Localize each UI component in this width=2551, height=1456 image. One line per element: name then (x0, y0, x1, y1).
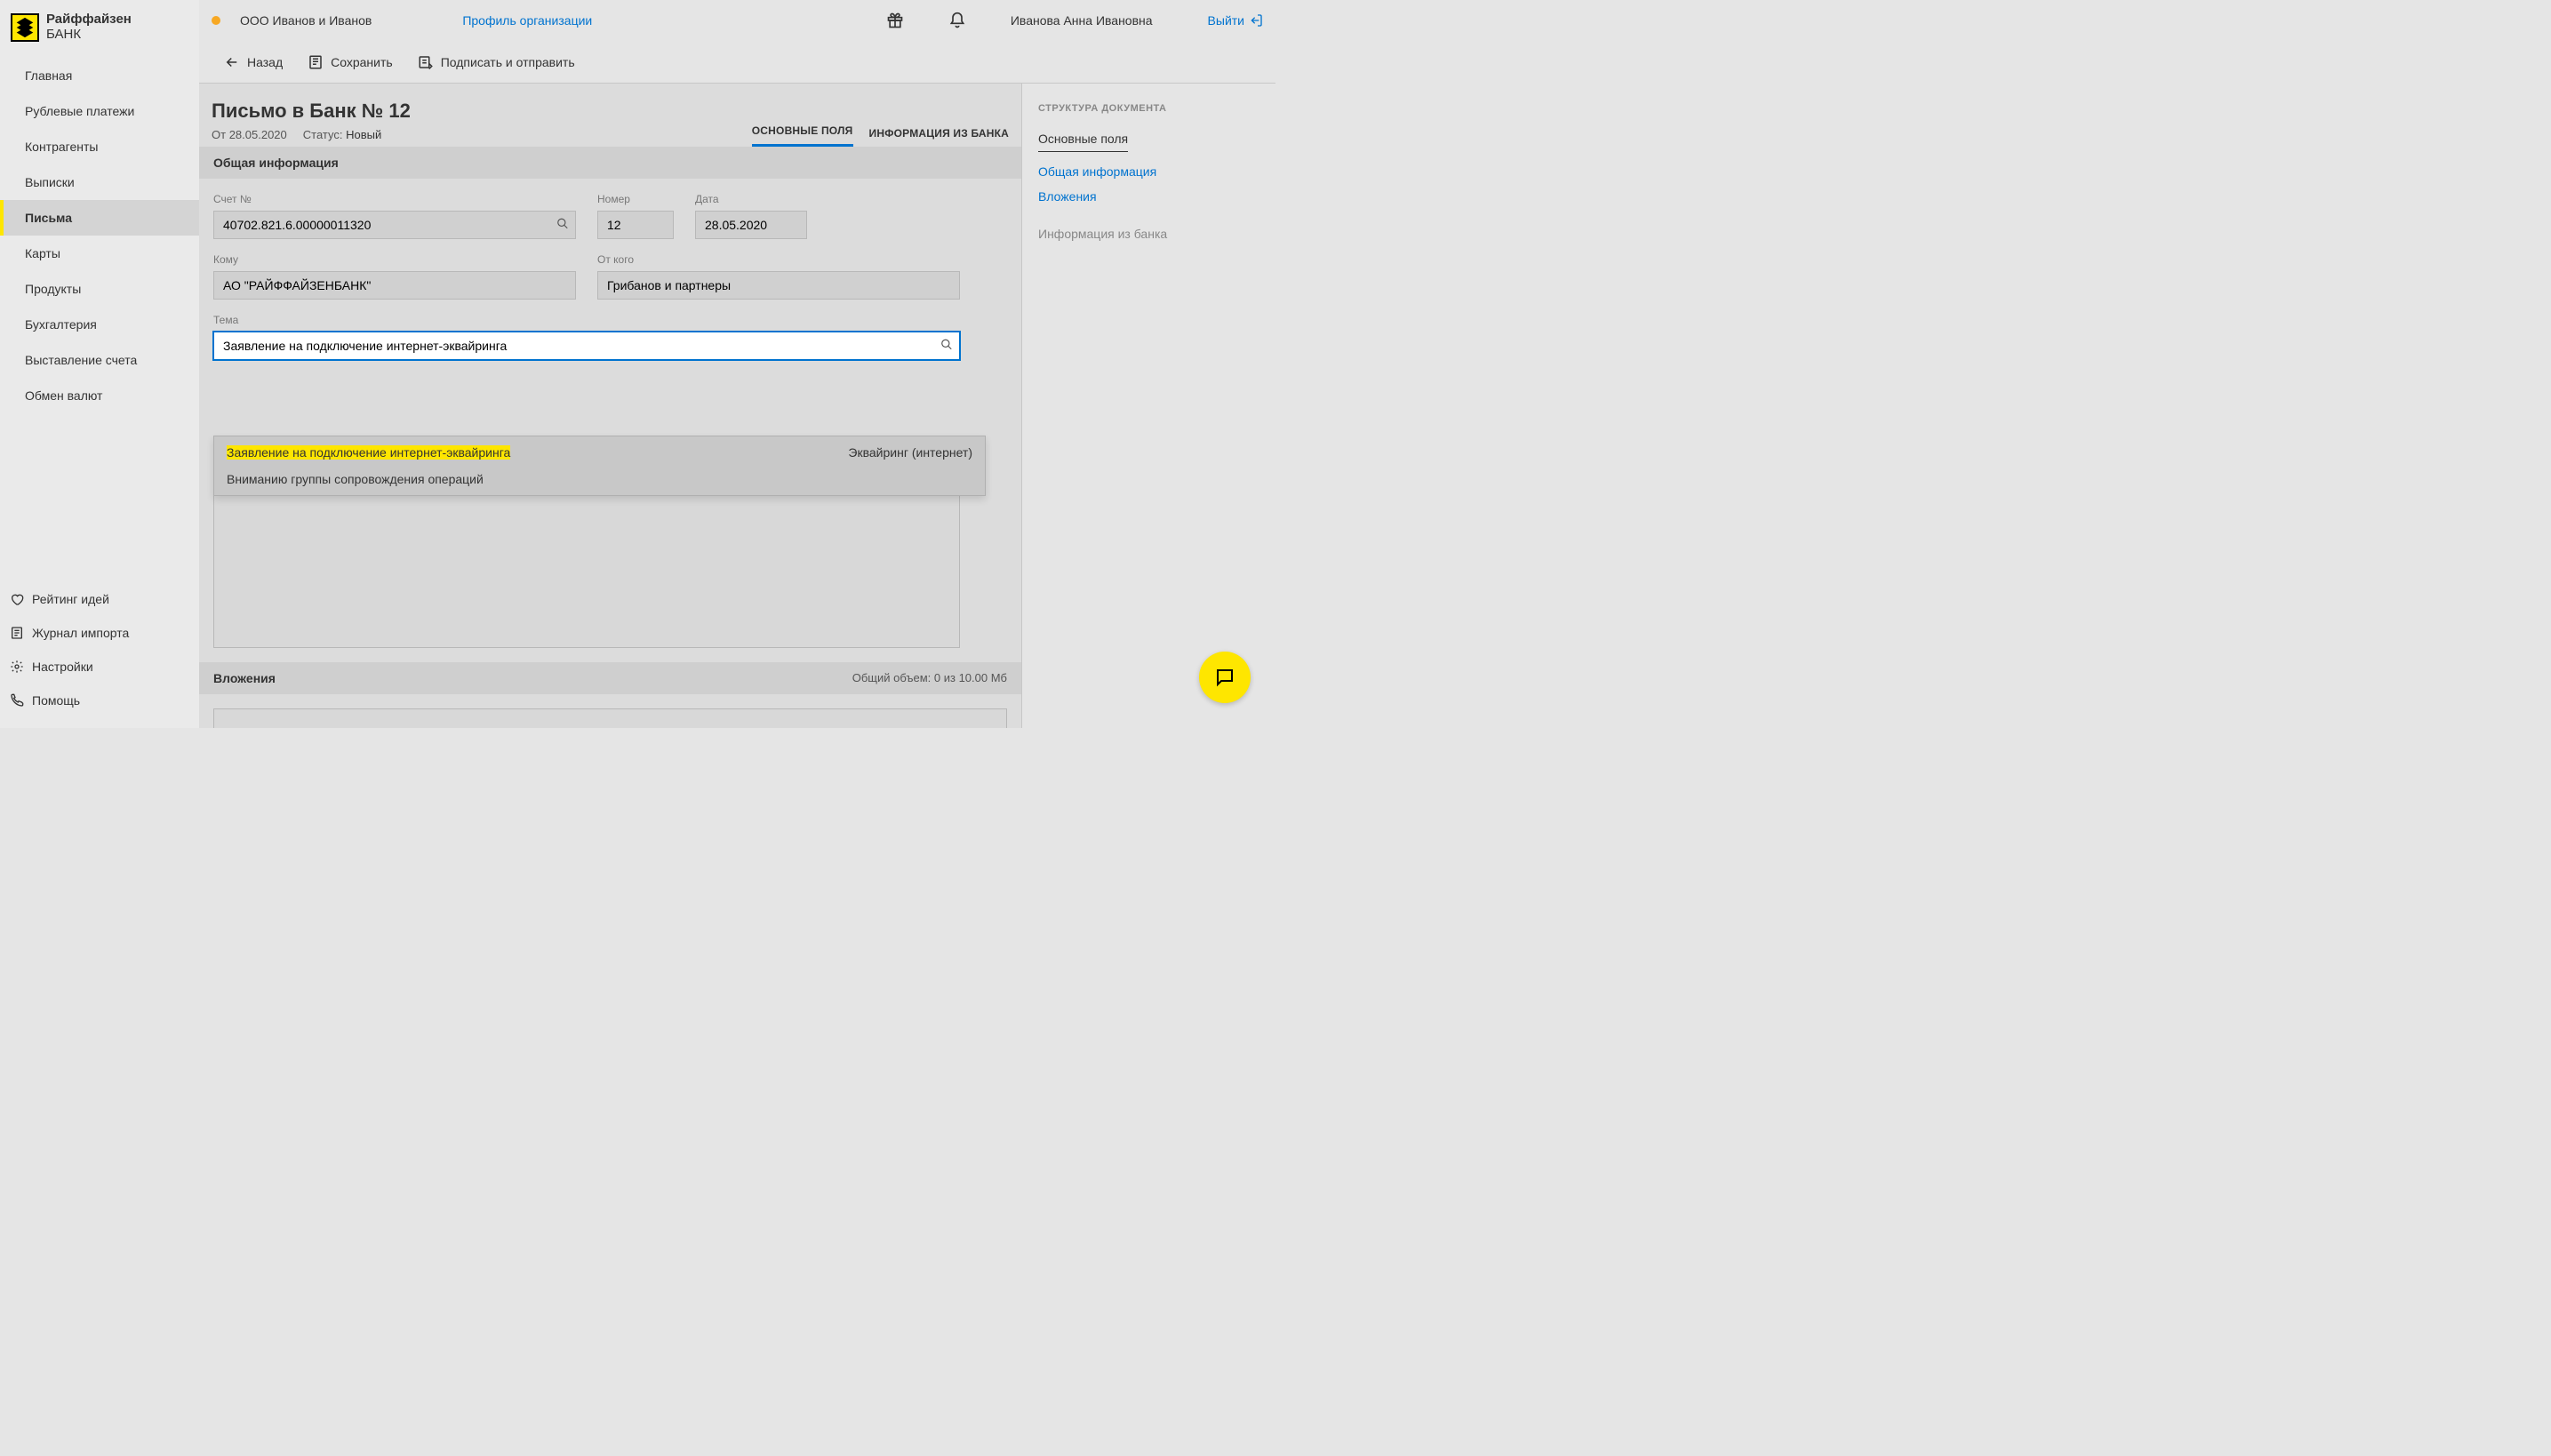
save-icon (308, 54, 324, 70)
logout-icon (1249, 13, 1263, 28)
sign-send-button[interactable]: Подписать и отправить (418, 54, 575, 70)
account-label: Счет № (213, 193, 576, 205)
save-button[interactable]: Сохранить (308, 54, 393, 70)
sidebar: Райффайзен БАНК Главная Рублевые платежи… (0, 0, 199, 728)
nav-bottom-rating[interactable]: Рейтинг идей (0, 582, 199, 616)
heart-icon (9, 591, 25, 607)
nav-main: Главная Рублевые платежи Контрагенты Вып… (0, 58, 199, 582)
nav-bottom-import[interactable]: Журнал импорта (0, 616, 199, 650)
nav-item-products[interactable]: Продукты (0, 271, 199, 307)
doc-date: От 28.05.2020 (212, 128, 287, 141)
back-button[interactable]: Назад (224, 54, 283, 70)
logout-label: Выйти (1208, 13, 1244, 28)
doc-structure-panel: СТРУКТУРА ДОКУМЕНТА Основные поля Общая … (1021, 84, 1276, 728)
aside-link-general[interactable]: Общая информация (1038, 159, 1260, 184)
sign-send-label: Подписать и отправить (441, 55, 575, 69)
logo-icon (11, 13, 39, 42)
phone-icon (9, 692, 25, 708)
sign-send-icon (418, 54, 434, 70)
logo-text: Райффайзен БАНК (46, 12, 132, 42)
org-profile-link[interactable]: Профиль организации (462, 13, 592, 28)
nav-item-counterparties[interactable]: Контрагенты (0, 129, 199, 164)
nav-bottom-label: Рейтинг идей (32, 592, 109, 606)
nav-bottom: Рейтинг идей Журнал импорта Настройки По… (0, 582, 199, 728)
subject-input[interactable] (213, 332, 960, 360)
number-label: Номер (597, 193, 674, 205)
nav-bottom-label: Помощь (32, 693, 80, 708)
nav-item-exchange[interactable]: Обмен валют (0, 378, 199, 413)
nav-bottom-help[interactable]: Помощь (0, 684, 199, 717)
dropdown-item-text: Вниманию группы сопровождения операций (227, 472, 484, 486)
aside-link-main[interactable]: Основные поля (1038, 126, 1128, 152)
subject-label: Тема (213, 314, 960, 326)
header-top: ООО Иванов и Иванов Профиль организации … (199, 0, 1276, 41)
gift-icon[interactable] (886, 12, 904, 29)
toolbar: Назад Сохранить Подписать и отправить (199, 41, 1276, 84)
attachments-size: Общий объем: 0 из 10.00 Мб (852, 671, 1007, 685)
nav-item-main[interactable]: Главная (0, 58, 199, 93)
brand-line2: БАНК (46, 28, 132, 43)
doc-tabs: ОСНОВНЫЕ ПОЛЯ ИНФОРМАЦИЯ ИЗ БАНКА (752, 100, 1009, 147)
nav-item-cards[interactable]: Карты (0, 236, 199, 271)
doc-status: Статус: Новый (303, 128, 381, 141)
subject-dropdown: Заявление на подключение интернет-эквайр… (213, 436, 986, 496)
org-status-dot (212, 16, 220, 25)
doc-meta: От 28.05.2020 Статус: Новый (212, 128, 752, 141)
date-input[interactable] (695, 211, 807, 239)
account-input[interactable] (213, 211, 576, 239)
nav-bottom-label: Настройки (32, 660, 93, 674)
org-name[interactable]: ООО Иванов и Иванов (240, 13, 372, 28)
from-label: От кого (597, 253, 960, 266)
logo: Райффайзен БАНК (0, 0, 199, 58)
content-wrap: Письмо в Банк № 12 От 28.05.2020 Статус:… (199, 84, 1276, 728)
doc-header: Письмо в Банк № 12 От 28.05.2020 Статус:… (199, 84, 1021, 147)
section-general-info: Общая информация (199, 147, 1021, 179)
form-grid: Счет № Номер Дата (199, 179, 1021, 648)
brand-line1: Райффайзен (46, 12, 132, 28)
to-label: Кому (213, 253, 576, 266)
nav-item-letters[interactable]: Письма (0, 200, 199, 236)
nav-bottom-settings[interactable]: Настройки (0, 650, 199, 684)
dropdown-item-text: Заявление на подключение интернет-эквайр… (227, 445, 510, 460)
nav-item-accounting[interactable]: Бухгалтерия (0, 307, 199, 342)
tab-main-fields[interactable]: ОСНОВНЫЕ ПОЛЯ (752, 124, 853, 147)
content: Письмо в Банк № 12 От 28.05.2020 Статус:… (199, 84, 1021, 728)
chat-icon (1214, 667, 1236, 688)
chat-fab[interactable] (1199, 652, 1251, 703)
aside-link-bank-info[interactable]: Информация из банка (1038, 221, 1260, 246)
back-label: Назад (247, 55, 283, 69)
number-input[interactable] (597, 211, 674, 239)
user-name[interactable]: Иванова Анна Ивановна (1011, 13, 1153, 28)
aside-title: СТРУКТУРА ДОКУМЕНТА (1038, 103, 1260, 114)
save-label: Сохранить (331, 55, 393, 69)
upload-dropzone[interactable]: Выберите файл или перетащите в эту облас… (213, 708, 1007, 728)
from-input[interactable] (597, 271, 960, 300)
nav-item-statements[interactable]: Выписки (0, 164, 199, 200)
attachments-title: Вложения (213, 671, 276, 685)
tab-bank-info[interactable]: ИНФОРМАЦИЯ ИЗ БАНКА (869, 127, 1010, 147)
doc-title: Письмо в Банк № 12 (212, 100, 752, 123)
to-input[interactable] (213, 271, 576, 300)
aside-link-attachments[interactable]: Вложения (1038, 184, 1260, 209)
dropdown-item[interactable]: Вниманию группы сопровождения операций (214, 468, 985, 495)
nav-item-rub-payments[interactable]: Рублевые платежи (0, 93, 199, 129)
nav-bottom-label: Журнал импорта (32, 626, 129, 640)
gear-icon (9, 659, 25, 675)
attachments-bar: Вложения Общий объем: 0 из 10.00 Мб (199, 662, 1021, 694)
dropdown-item-hint: Эквайринг (интернет) (848, 445, 972, 460)
arrow-left-icon (224, 54, 240, 70)
journal-icon (9, 625, 25, 641)
doc-header-left: Письмо в Банк № 12 От 28.05.2020 Статус:… (212, 100, 752, 147)
dropdown-item[interactable]: Заявление на подключение интернет-эквайр… (214, 436, 985, 468)
date-label: Дата (695, 193, 807, 205)
bell-icon[interactable] (948, 12, 966, 29)
nav-item-invoice[interactable]: Выставление счета (0, 342, 199, 378)
logout-button[interactable]: Выйти (1208, 13, 1263, 28)
main-region: ООО Иванов и Иванов Профиль организации … (199, 0, 1276, 728)
